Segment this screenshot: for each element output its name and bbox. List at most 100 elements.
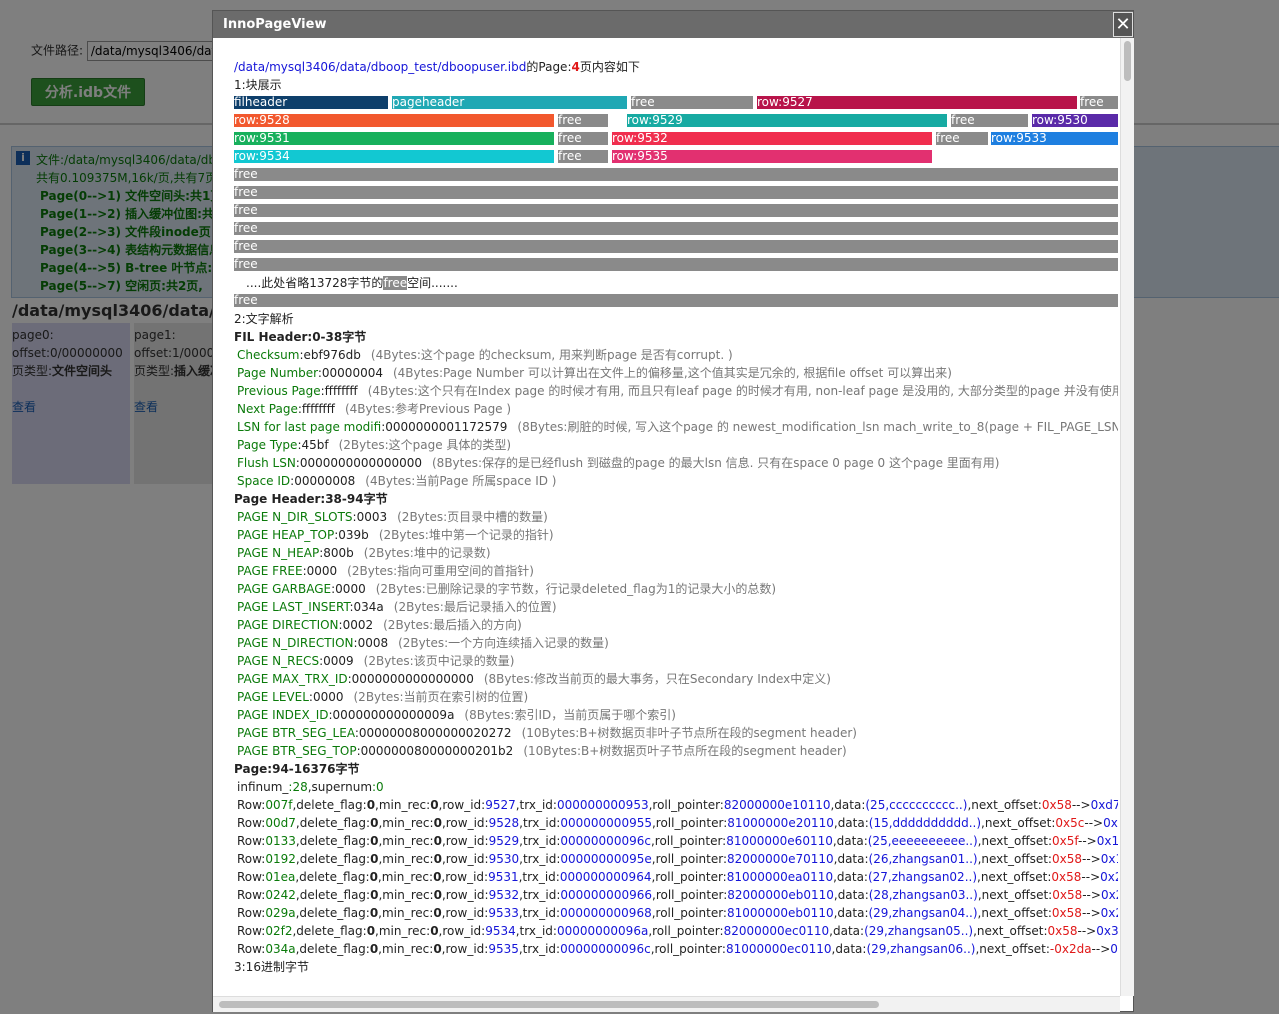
header-field: PAGE FREE:0000 (2Bytes:指向可重用空间的首指针)	[237, 564, 534, 578]
field-name: PAGE N_DIRECTION	[237, 636, 354, 650]
record-line: Row:007f,delete_flag:0,min_rec:0,row_id:…	[237, 798, 1118, 812]
field-value: 0008	[357, 636, 389, 650]
field-value: ebf976db	[303, 348, 361, 362]
record-line: Row:00d7,delete_flag:0,min_rec:0,row_id:…	[237, 816, 1118, 830]
field-desc: (4Bytes:这个page 的checksum, 用来判断page 是否有co…	[370, 348, 733, 362]
free-block-row: free	[234, 220, 1118, 238]
header-field: Next Page:ffffffff (4Bytes:参考Previous Pag…	[237, 402, 512, 416]
block-row: row:9534 free row:9535	[234, 148, 1118, 166]
field-desc: (10Bytes:B+树数据页非叶子节点所在段的segment header)	[521, 726, 857, 740]
header-field: Checksum:ebf976db (4Bytes:这个page 的checksu…	[237, 348, 733, 362]
field-name: PAGE BTR_SEG_LEA	[237, 726, 355, 740]
fil-header-title: FIL Header:0-38字节	[234, 330, 367, 344]
record-line: Row:02f2,delete_flag:0,min_rec:0,row_id:…	[237, 924, 1118, 938]
header-field: PAGE LAST_INSERT:034a (2Bytes:最后记录插入的位置)	[237, 600, 557, 614]
free-block: free	[234, 222, 1118, 235]
field-value: 0000	[306, 564, 338, 578]
field-name: PAGE N_DIR_SLOTS	[237, 510, 353, 524]
record-line: Row:029a,delete_flag:0,min_rec:0,row_id:…	[237, 906, 1118, 920]
free-block: free	[234, 204, 1118, 217]
header-field: Page Number:00000004 (4Bytes:Page Number …	[237, 366, 952, 380]
section-text-parse: 2:文字解析	[234, 312, 294, 326]
block-row: row:9531 free row:9532 free row:9533	[234, 130, 1118, 148]
header-field: PAGE N_HEAP:800b (2Bytes:堆中的记录数)	[237, 546, 491, 560]
horizontal-scrollbar[interactable]	[213, 996, 1120, 1012]
free-block: free	[234, 258, 1118, 271]
field-desc: (4Bytes:Page Number 可以计算出在文件上的偏移量,这个值其实是…	[392, 366, 952, 380]
free-block-row: free	[234, 292, 1118, 310]
free-block: free	[951, 114, 1028, 127]
header-field: PAGE MAX_TRX_ID:0000000000000000 (8Bytes:…	[237, 672, 831, 686]
field-value: 034a	[353, 600, 384, 614]
field-desc: (2Bytes:页目录中槽的数量)	[397, 510, 548, 524]
field-value: 0000000000000000	[299, 456, 422, 470]
record-block: row:9528	[234, 114, 554, 127]
field-name: Page Type	[237, 438, 298, 452]
page-header-title: Page Header:38-94字节	[234, 492, 388, 506]
vertical-scrollbar[interactable]	[1120, 38, 1134, 996]
block-row: filheader pageheader free row:9527 free	[234, 94, 1118, 112]
field-value: 0000	[312, 690, 344, 704]
field-desc: (2Bytes:该页中记录的数量)	[363, 654, 515, 668]
scroll-thumb[interactable]	[219, 1001, 879, 1008]
record-block: pageheader	[392, 96, 627, 109]
free-block: free	[234, 168, 1118, 181]
field-name: LSN for last page modifi	[237, 420, 382, 434]
header-field: PAGE GARBAGE:0000 (2Bytes:已删除记录的字节数，行记录de…	[237, 582, 777, 596]
free-block: free	[1080, 96, 1118, 109]
record-block: row:9534	[234, 150, 554, 163]
field-desc: (4Bytes:这个只有在Index page 的时候才有用, 而且只有leaf…	[367, 384, 1118, 398]
field-desc: (2Bytes:一个方向连续插入记录的数量)	[398, 636, 609, 650]
field-desc: (8Bytes:保存的是已经flush 到磁盘的page 的最大lsn 信息. …	[432, 456, 1000, 470]
free-block: free	[234, 240, 1118, 253]
heading-path: /data/mysql3406/data/dboop_test/dboopuse…	[234, 60, 527, 74]
field-name: PAGE LAST_INSERT	[237, 600, 350, 614]
header-field: Space ID:00000008 (4Bytes:当前Page 所属space …	[237, 474, 557, 488]
field-value: 0003	[356, 510, 388, 524]
record-block: row:9532	[612, 132, 932, 145]
field-desc: (10Bytes:B+树数据页叶子节点所在段的segment header)	[523, 744, 847, 758]
free-block-row: free	[234, 184, 1118, 202]
field-desc: (4Bytes:参考Previous Page )	[344, 402, 512, 416]
free-block: free	[558, 114, 608, 127]
record-block: row:9535	[612, 150, 932, 163]
record-block: row:9527	[757, 96, 1077, 109]
record-list: Row:007f,delete_flag:0,min_rec:0,row_id:…	[234, 796, 1118, 958]
field-name: PAGE FREE	[237, 564, 303, 578]
field-name: Next Page	[237, 402, 298, 416]
field-value: ffffffff	[301, 402, 335, 416]
page-header-fields: PAGE N_DIR_SLOTS:0003 (2Bytes:页目录中槽的数量) PA…	[234, 508, 1118, 760]
field-desc: (2Bytes:已删除记录的字节数，行记录deleted_flag为1的记录大小…	[375, 582, 777, 596]
header-field: PAGE INDEX_ID:000000000000009a (8Bytes:索引…	[237, 708, 676, 722]
free-block: free	[558, 150, 608, 163]
record-block: filheader	[234, 96, 388, 109]
field-name: PAGE N_RECS	[237, 654, 320, 668]
free-block-row: free	[234, 238, 1118, 256]
field-desc: (2Bytes:这个page 具体的类型)	[338, 438, 512, 452]
field-desc: (2Bytes:当前页在索引树的位置)	[353, 690, 529, 704]
field-value: 0000	[335, 582, 366, 596]
header-field: Previous Page:ffffffff (4Bytes:这个只有在Index…	[234, 382, 1118, 400]
field-desc: (8Bytes:索引ID，当前页属于哪个索引)	[464, 708, 676, 722]
field-desc: (2Bytes:堆中第一个记录的指针)	[378, 528, 554, 542]
header-field: Page Type:45bf (2Bytes:这个page 具体的类型)	[237, 438, 512, 452]
free-block: free	[631, 96, 753, 109]
innopageview-dialog: InnoPageView ✕ /data/mysql3406/data/dboo…	[212, 10, 1134, 1012]
field-desc: (2Bytes:最后记录插入的位置)	[393, 600, 557, 614]
record-block: row:9533	[991, 132, 1118, 145]
field-desc: (2Bytes:最后插入的方向)	[383, 618, 522, 632]
header-field: PAGE BTR_SEG_TOP:000000080000000201b2 (10…	[237, 744, 847, 758]
close-icon[interactable]: ✕	[1113, 12, 1133, 37]
free-block: free	[234, 186, 1118, 199]
field-value: 000000080000000201b2	[360, 744, 514, 758]
free-block: free	[558, 132, 608, 145]
free-block-row: free	[234, 166, 1118, 184]
field-name: Previous Page	[237, 384, 321, 398]
header-field: PAGE LEVEL:0000 (2Bytes:当前页在索引树的位置)	[237, 690, 529, 704]
scroll-thumb[interactable]	[1124, 41, 1131, 81]
field-value: 0000000000000000	[351, 672, 474, 686]
field-desc: (2Bytes:堆中的记录数)	[363, 546, 491, 560]
omitted-note: ....此处省略13728字节的free空间.......	[246, 276, 458, 290]
page-body-title: Page:94-16376字节	[234, 762, 360, 776]
field-value: 00000008000000020272	[358, 726, 512, 740]
